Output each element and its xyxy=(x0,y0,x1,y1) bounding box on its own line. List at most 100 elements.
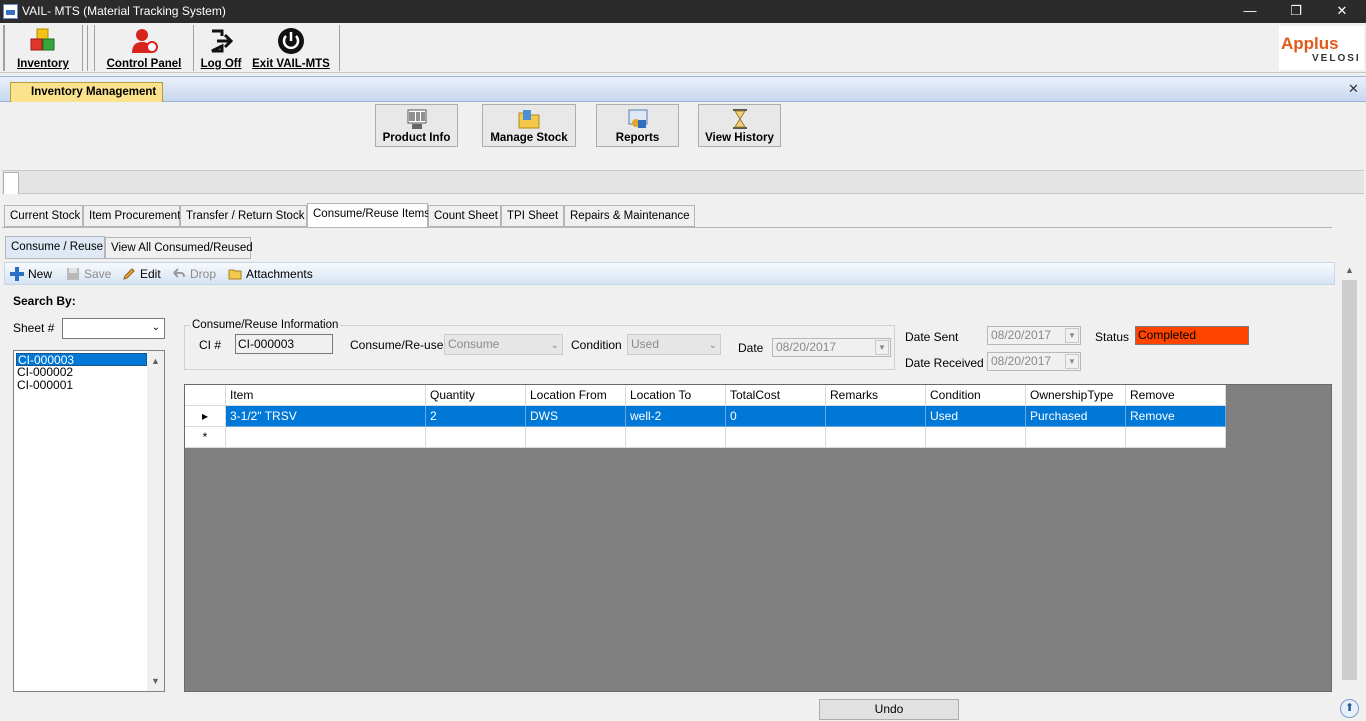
table-cell-condition[interactable]: Used xyxy=(926,406,1026,427)
date-picker[interactable]: 08/20/2017 ▼ xyxy=(772,338,891,357)
subtab-consume-reuse[interactable]: Consume / Reuse xyxy=(5,236,105,259)
status-field[interactable]: Completed xyxy=(1135,326,1249,345)
product-info-button[interactable]: Product Info xyxy=(375,104,458,147)
close-button[interactable]: ✕ xyxy=(1319,0,1365,23)
attachments-button[interactable]: Attachments xyxy=(228,267,313,281)
title-bar: VAIL- MTS (Material Tracking System) — ❐… xyxy=(0,0,1366,23)
column-header-remove[interactable]: Remove xyxy=(1126,385,1226,406)
condition-select[interactable]: Used ⌄ xyxy=(627,334,721,355)
barcode-icon xyxy=(407,109,426,129)
save-button[interactable]: Save xyxy=(66,267,111,281)
tab-tpi-sheet[interactable]: TPI Sheet xyxy=(501,205,564,227)
scrollbar-thumb[interactable] xyxy=(1342,280,1357,680)
document-strip xyxy=(2,170,1364,194)
undo-button[interactable]: Undo xyxy=(819,699,959,720)
new-row-cell[interactable] xyxy=(626,427,726,448)
drop-button[interactable]: Drop xyxy=(172,267,216,281)
new-row-cell[interactable] xyxy=(1026,427,1126,448)
remove-link[interactable]: Remove xyxy=(1126,406,1226,427)
hourglass-icon xyxy=(732,109,747,129)
undo-arrow-icon xyxy=(173,268,185,278)
exit-button[interactable]: Exit VAIL-MTS xyxy=(248,23,334,73)
column-header-condition[interactable]: Condition xyxy=(926,385,1026,406)
new-row-cell[interactable] xyxy=(826,427,926,448)
tab-count-sheet[interactable]: Count Sheet xyxy=(428,205,501,227)
applus-logo: Applus VELOSI xyxy=(1279,26,1364,70)
window-title: VAIL- MTS (Material Tracking System) xyxy=(22,4,226,18)
tab-current-stock[interactable]: Current Stock xyxy=(4,205,83,227)
table-cell-location-to[interactable]: well-2 xyxy=(626,406,726,427)
report-icon xyxy=(628,109,647,128)
command-bar: New Save Edit Drop Attachments xyxy=(4,262,1335,285)
table-cell-total-cost[interactable]: 0 xyxy=(726,406,826,427)
scroll-up-icon[interactable]: ▲ xyxy=(1341,262,1358,278)
open-folder-icon xyxy=(228,269,242,280)
power-icon xyxy=(278,28,304,54)
view-history-button[interactable]: View History xyxy=(698,104,781,147)
table-cell-location-from[interactable]: DWS xyxy=(526,406,626,427)
table-cell-ownership-type[interactable]: Purchased xyxy=(1026,406,1126,427)
restore-button[interactable]: ❐ xyxy=(1273,0,1319,23)
date-label: Date xyxy=(738,341,764,355)
new-row-icon[interactable]: * xyxy=(185,427,226,448)
table-cell-quantity[interactable]: 2 xyxy=(426,406,526,427)
logout-icon xyxy=(211,29,234,53)
status-label: Status xyxy=(1095,330,1130,344)
log-off-button[interactable]: Log Off xyxy=(199,23,243,73)
module-close-icon[interactable]: ✕ xyxy=(1348,81,1359,97)
calendar-dropdown-icon[interactable]: ▼ xyxy=(1065,354,1079,369)
date-received-picker[interactable]: 08/20/2017 ▼ xyxy=(987,352,1081,371)
column-header-location-to[interactable]: Location To xyxy=(626,385,726,406)
pencil-icon xyxy=(123,268,135,280)
disk-icon xyxy=(67,268,79,280)
new-row-cell[interactable] xyxy=(226,427,426,448)
grid-corner[interactable] xyxy=(185,385,226,406)
column-header-item[interactable]: Item xyxy=(226,385,426,406)
list-scrollbar[interactable]: ▲ ▼ xyxy=(147,351,164,691)
sheet-number-select[interactable]: ⌄ xyxy=(62,318,165,339)
calendar-dropdown-icon[interactable]: ▼ xyxy=(1065,328,1079,343)
date-sent-picker[interactable]: 08/20/2017 ▼ xyxy=(987,326,1081,345)
edit-button[interactable]: Edit xyxy=(122,267,161,281)
sheet-list[interactable]: CI-000003 CI-000002 CI-000001 xyxy=(13,350,165,692)
new-row-cell[interactable] xyxy=(926,427,1026,448)
ci-number-field[interactable]: CI-000003 xyxy=(235,334,333,354)
tab-item-procurement[interactable]: Item Procurement xyxy=(83,205,180,227)
row-selector-icon[interactable]: ▸ xyxy=(185,406,226,427)
list-item[interactable]: CI-000001 xyxy=(16,379,146,392)
table-cell-item[interactable]: 3-1/2" TRSV xyxy=(226,406,426,427)
ci-label: CI # xyxy=(199,338,222,352)
column-header-location-from[interactable]: Location From xyxy=(526,385,626,406)
document-tab[interactable] xyxy=(3,172,19,194)
tab-transfer-return-stock[interactable]: Transfer / Return Stock xyxy=(180,205,307,227)
column-header-quantity[interactable]: Quantity xyxy=(426,385,526,406)
scroll-up-icon[interactable]: ▲ xyxy=(147,353,164,369)
new-row-cell[interactable] xyxy=(426,427,526,448)
module-bar xyxy=(0,76,1366,102)
group-label: Consume/Reuse Information xyxy=(190,319,341,331)
tab-consume-reuse-items[interactable]: Consume/Reuse Items xyxy=(307,203,430,227)
new-button[interactable]: New xyxy=(10,267,52,281)
date-received-label: Date Received xyxy=(905,356,984,370)
scroll-down-icon[interactable]: ▼ xyxy=(147,673,164,689)
tab-repairs-maintenance[interactable]: Repairs & Maintenance xyxy=(564,205,695,227)
new-row-cell[interactable] xyxy=(1126,427,1226,448)
consume-reuse-select[interactable]: Consume ⌄ xyxy=(444,334,563,355)
new-row-cell[interactable] xyxy=(526,427,626,448)
column-header-ownership-type[interactable]: OwnershipType xyxy=(1026,385,1126,406)
manage-stock-button[interactable]: Manage Stock xyxy=(482,104,576,147)
new-row-cell[interactable] xyxy=(726,427,826,448)
chevron-down-icon: ⌄ xyxy=(550,340,559,351)
column-header-total-cost[interactable]: TotalCost xyxy=(726,385,826,406)
subtab-view-all-consumed-reused[interactable]: View All Consumed/Reused xyxy=(105,237,253,259)
scroll-top-icon[interactable]: ⬆ xyxy=(1340,699,1359,718)
reports-button[interactable]: Reports xyxy=(596,104,679,147)
items-grid[interactable]: Item Quantity Location From Location To … xyxy=(184,384,1332,692)
table-cell-remarks[interactable] xyxy=(826,406,926,427)
inventory-button[interactable]: Inventory xyxy=(8,23,78,73)
calendar-dropdown-icon[interactable]: ▼ xyxy=(875,340,889,355)
module-tab-inventory-management[interactable]: Inventory Management xyxy=(10,82,163,102)
minimize-button[interactable]: — xyxy=(1227,0,1273,23)
control-panel-button[interactable]: Control Panel xyxy=(100,23,188,73)
column-header-remarks[interactable]: Remarks xyxy=(826,385,926,406)
